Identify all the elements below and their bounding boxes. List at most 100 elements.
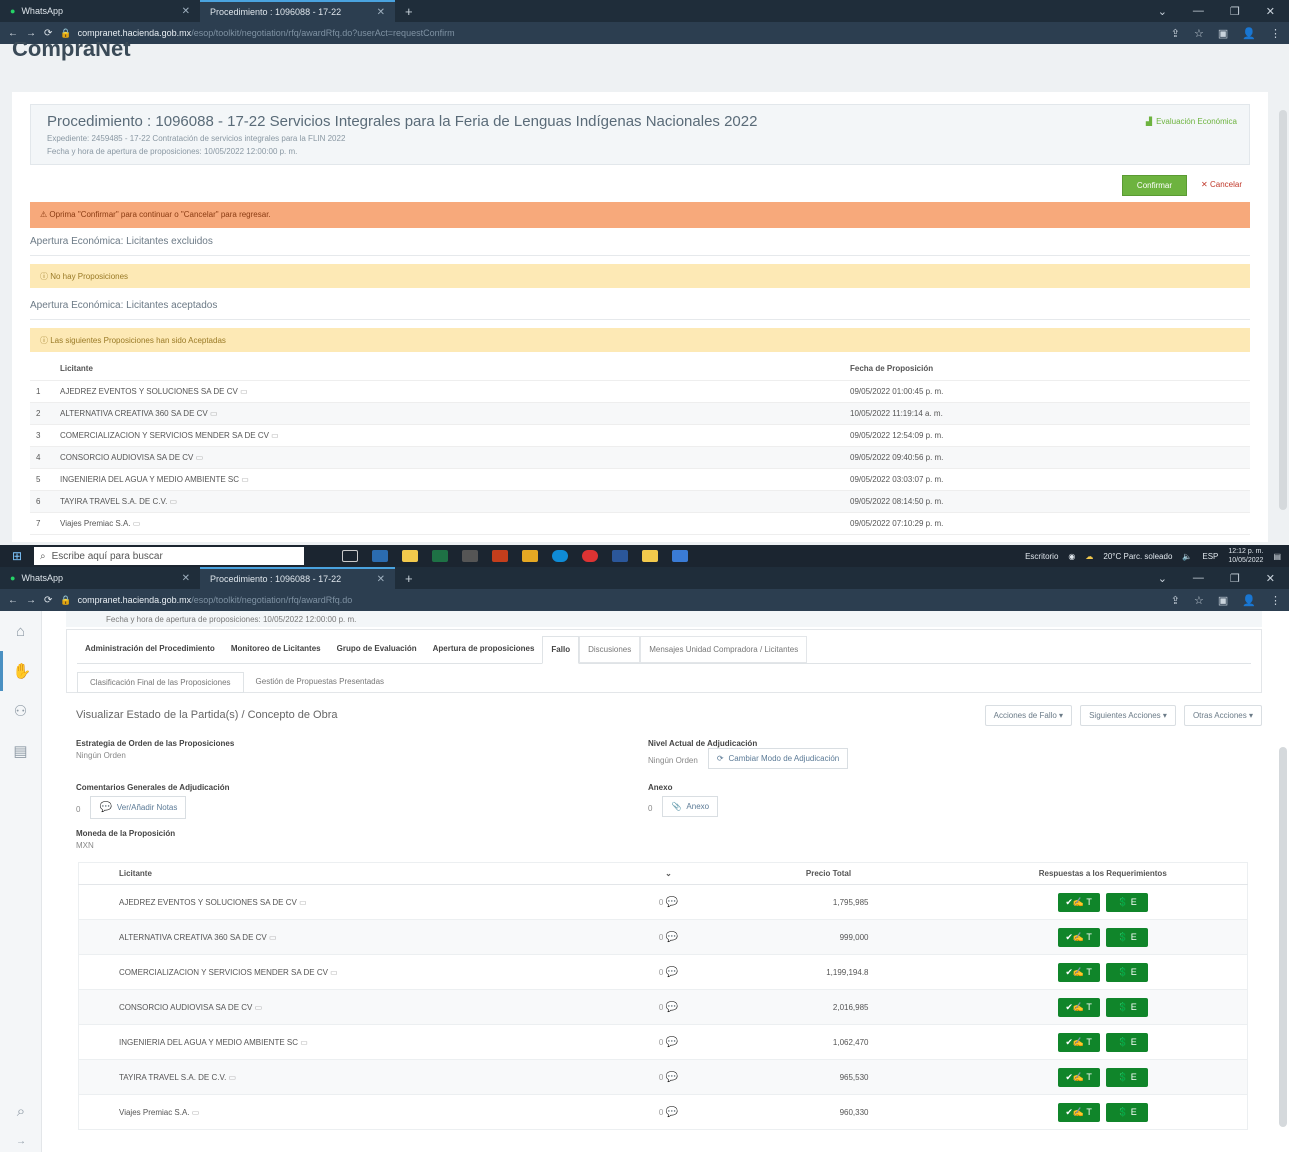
scrollbar[interactable]	[1279, 110, 1287, 510]
back-icon[interactable]: ←	[8, 28, 18, 39]
economica-button[interactable]: 💲 E	[1105, 1102, 1148, 1122]
tab-2[interactable]: Grupo de Evaluación	[329, 636, 425, 663]
close-tab-icon[interactable]: ✕	[182, 573, 190, 584]
minimize-icon[interactable]: —	[1193, 5, 1204, 17]
app-icon[interactable]	[642, 550, 658, 562]
maximize-icon[interactable]: ❐	[1230, 572, 1240, 585]
app-icon[interactable]	[462, 550, 478, 562]
tecnica-button[interactable]: ✔✍ T	[1057, 927, 1100, 947]
subtab-clasificacion[interactable]: Clasificación Final de las Proposiciones	[77, 672, 244, 693]
windows-start-icon[interactable]: ⊞	[0, 549, 34, 563]
volume-icon[interactable]: 🔈	[1182, 552, 1192, 561]
scrollbar[interactable]	[1279, 747, 1287, 1127]
new-tab-icon[interactable]: +	[395, 4, 423, 19]
tab-whatsapp[interactable]: ● WhatsApp ✕	[0, 567, 200, 589]
licitante-name[interactable]: INGENIERIA DEL AGUA Y MEDIO AMBIENTE SC …	[54, 468, 844, 491]
close-window-icon[interactable]: ✕	[1266, 572, 1275, 585]
chevron-down-icon[interactable]: ⌄	[1158, 5, 1167, 18]
chrome-icon[interactable]: ◉	[1068, 552, 1075, 561]
close-tab-icon[interactable]: ✕	[377, 7, 385, 18]
tecnica-button[interactable]: ✔✍ T	[1057, 997, 1100, 1017]
share-icon[interactable]: ⇪	[1171, 27, 1180, 40]
economica-button[interactable]: 💲 E	[1105, 1032, 1148, 1052]
extensions-icon[interactable]: ▣	[1218, 594, 1228, 607]
tecnica-button[interactable]: ✔✍ T	[1057, 962, 1100, 982]
tecnica-button[interactable]: ✔✍ T	[1057, 1102, 1100, 1122]
licitante-name[interactable]: AJEDREZ EVENTOS Y SOLUCIONES SA DE CV ▭	[78, 884, 639, 920]
confirm-button[interactable]: Confirmar	[1121, 175, 1188, 196]
clock[interactable]: 12:12 p. m. 10/05/2022	[1228, 547, 1263, 565]
economica-button[interactable]: 💲 E	[1105, 1067, 1148, 1087]
app-icon[interactable]	[582, 550, 598, 562]
ver-notas-button[interactable]: 💬 Ver/Añadir Notas	[90, 796, 187, 819]
anexo-button[interactable]: 📎 Anexo	[662, 796, 719, 817]
tab-4[interactable]: Fallo	[542, 636, 580, 664]
chevron-down-icon[interactable]: ⌄	[1158, 572, 1167, 585]
menu-icon[interactable]: ⋮	[1270, 27, 1281, 40]
tecnica-button[interactable]: ✔✍ T	[1057, 1032, 1100, 1052]
new-tab-icon[interactable]: +	[395, 571, 423, 586]
evaluacion-badge[interactable]: ▟ Evaluación Económica	[1146, 117, 1237, 126]
cambiar-modo-button[interactable]: ⟳ Cambiar Modo de Adjudicación	[707, 748, 849, 769]
star-icon[interactable]: ☆	[1194, 594, 1204, 607]
tab-5[interactable]: Discusiones	[579, 636, 641, 663]
licitante-name[interactable]: CONSORCIO AUDIOVISA SA DE CV ▭	[78, 989, 639, 1025]
binoculars-icon[interactable]: ⚇	[0, 691, 41, 731]
acciones-fallo-dropdown[interactable]: Acciones de Fallo ▾	[984, 704, 1073, 726]
maximize-icon[interactable]: ❐	[1230, 5, 1240, 18]
licitante-name[interactable]: TAYIRA TRAVEL S.A. DE C.V. ▭	[78, 1059, 639, 1095]
forward-icon[interactable]: →	[26, 595, 36, 606]
chat-icon[interactable]: 💬	[666, 967, 678, 978]
app-icon[interactable]	[672, 550, 688, 562]
tab-3[interactable]: Apertura de proposiciones	[425, 636, 543, 663]
tab-procedimiento[interactable]: Procedimiento : 1096088 - 17-22 ✕	[200, 0, 395, 22]
licitante-name[interactable]: TAYIRA TRAVEL S.A. DE C.V. ▭	[54, 490, 844, 513]
excel-icon[interactable]	[432, 550, 448, 562]
subtab-gestion[interactable]: Gestión de Propuestas Presentadas	[244, 672, 397, 693]
chat-icon[interactable]: 💬	[666, 1107, 678, 1118]
licitante-name[interactable]: COMERCIALIZACION Y SERVICIOS MENDER SA D…	[54, 424, 844, 447]
economica-button[interactable]: 💲 E	[1105, 962, 1148, 982]
taskbar-search[interactable]: ⌕ Escribe aquí para buscar	[34, 547, 304, 565]
tecnica-button[interactable]: ✔✍ T	[1057, 892, 1100, 912]
home-icon[interactable]: ⌂	[0, 611, 41, 651]
licitante-name[interactable]: Viajes Premiac S.A. ▭	[54, 512, 844, 535]
star-icon[interactable]: ☆	[1194, 27, 1204, 40]
url-field[interactable]: 🔒 compranet.hacienda.gob.mx/esop/toolkit…	[60, 28, 1162, 39]
notifications-icon[interactable]: ▤	[1273, 552, 1281, 561]
chat-icon[interactable]: 💬	[666, 897, 678, 908]
task-view-icon[interactable]	[342, 550, 358, 562]
back-icon[interactable]: ←	[8, 595, 18, 606]
chat-icon[interactable]: 💬	[666, 1002, 678, 1013]
tecnica-button[interactable]: ✔✍ T	[1057, 1067, 1100, 1087]
close-tab-icon[interactable]: ✕	[182, 6, 190, 17]
tab-whatsapp[interactable]: ● WhatsApp ✕	[0, 0, 200, 22]
licitante-name[interactable]: AJEDREZ EVENTOS Y SOLUCIONES SA DE CV ▭	[54, 380, 844, 403]
documents-icon[interactable]: ▤	[0, 731, 41, 771]
forward-icon[interactable]: →	[26, 28, 36, 39]
licitante-name[interactable]: Viajes Premiac S.A. ▭	[78, 1094, 639, 1130]
chat-icon[interactable]: 💬	[666, 1037, 678, 1048]
licitante-name[interactable]: CONSORCIO AUDIOVISA SA DE CV ▭	[54, 446, 844, 469]
close-window-icon[interactable]: ✕	[1266, 5, 1275, 18]
powerpoint-icon[interactable]	[492, 550, 508, 562]
profile-icon[interactable]: 👤	[1242, 27, 1256, 40]
expand-icon[interactable]: →	[0, 1121, 42, 1152]
tab-6[interactable]: Mensajes Unidad Compradora / Licitantes	[640, 636, 808, 663]
profile-icon[interactable]: 👤	[1242, 594, 1256, 607]
siguientes-acciones-dropdown[interactable]: Siguientes Acciones ▾	[1080, 704, 1176, 726]
licitante-name[interactable]: ALTERNATIVA CREATIVA 360 SA DE CV ▭	[54, 402, 844, 425]
chrome-icon[interactable]	[522, 550, 538, 562]
minimize-icon[interactable]: —	[1193, 572, 1204, 584]
tab-procedimiento[interactable]: Procedimiento : 1096088 - 17-22 ✕	[200, 567, 395, 589]
menu-icon[interactable]: ⋮	[1270, 594, 1281, 607]
share-icon[interactable]: ⇪	[1171, 594, 1180, 607]
tab-1[interactable]: Monitoreo de Licitantes	[223, 636, 329, 663]
tab-0[interactable]: Administración del Procedimiento	[77, 636, 223, 663]
reload-icon[interactable]: ⟳	[44, 28, 52, 39]
licitante-name[interactable]: ALTERNATIVA CREATIVA 360 SA DE CV ▭	[78, 919, 639, 955]
reload-icon[interactable]: ⟳	[44, 595, 52, 606]
economica-button[interactable]: 💲 E	[1105, 997, 1148, 1017]
folder-icon[interactable]	[402, 550, 418, 562]
word-icon[interactable]	[612, 550, 628, 562]
